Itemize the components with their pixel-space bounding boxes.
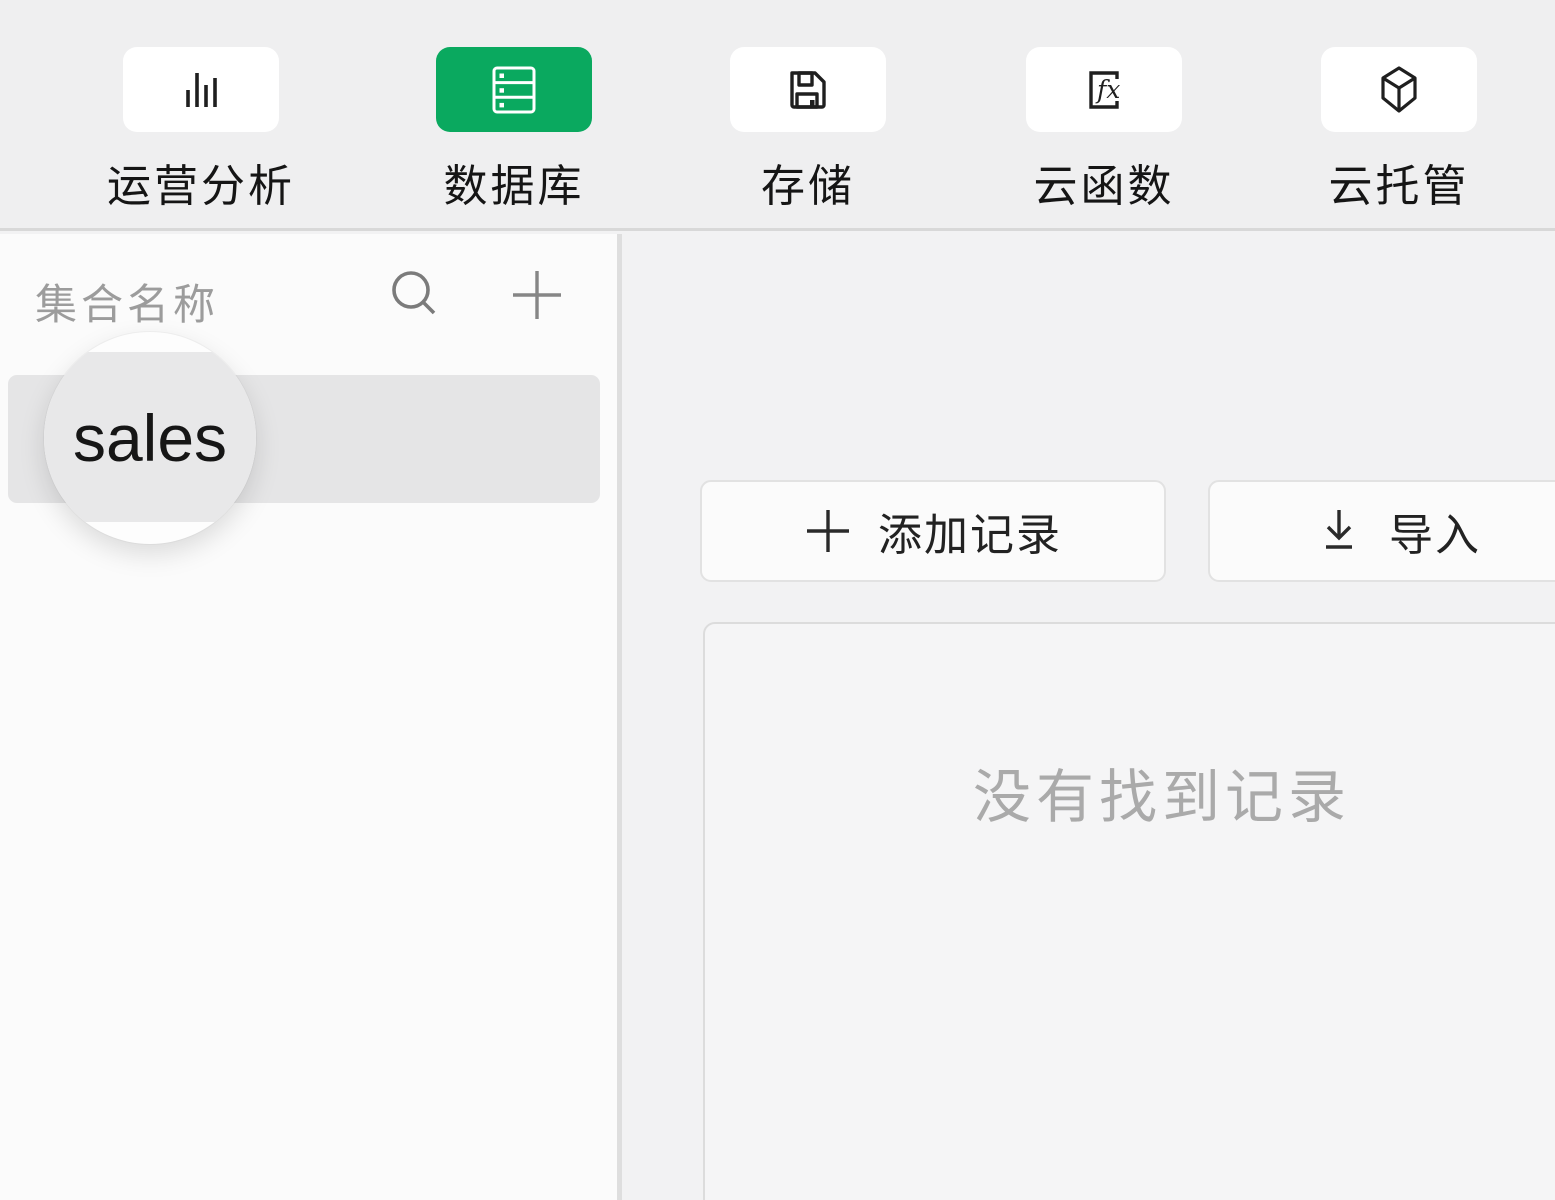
svg-text:fx: fx — [1095, 75, 1120, 104]
collections-header-title: 集合名称 — [35, 271, 219, 332]
plus-icon — [804, 507, 852, 555]
bar-chart-icon — [123, 47, 279, 132]
cube-icon — [1321, 47, 1477, 132]
tab-cloud-hosting-label: 云托管 — [1329, 150, 1470, 214]
cloud-console-window: 运营分析 数据库 — [0, 0, 1555, 1200]
search-icon[interactable] — [386, 266, 442, 322]
database-icon — [436, 47, 592, 132]
add-record-button[interactable]: 添加记录 — [700, 480, 1166, 582]
toolbar: 运营分析 数据库 — [0, 0, 1555, 231]
save-icon — [730, 47, 886, 132]
tab-analytics[interactable]: 运营分析 — [107, 47, 295, 214]
tab-database[interactable]: 数据库 — [436, 47, 592, 214]
fx-icon: fx — [1026, 47, 1182, 132]
tab-storage-label: 存储 — [761, 150, 855, 214]
tab-cloud-hosting[interactable]: 云托管 — [1321, 47, 1477, 214]
tab-database-label: 数据库 — [444, 150, 585, 214]
tab-analytics-label: 运营分析 — [107, 150, 295, 214]
import-button[interactable]: 导入 — [1208, 480, 1555, 582]
empty-state-message: 没有找到记录 — [705, 750, 1555, 834]
tab-cloud-functions-label: 云函数 — [1034, 150, 1175, 214]
add-record-label: 添加记录 — [878, 499, 1062, 563]
records-empty-panel: 没有找到记录 — [703, 622, 1555, 1200]
import-label: 导入 — [1389, 499, 1481, 563]
magnifier-loupe: sales — [44, 332, 256, 544]
import-icon — [1315, 506, 1363, 556]
collection-name-magnified: sales — [44, 332, 256, 544]
tab-storage[interactable]: 存储 — [730, 47, 886, 214]
add-collection-icon[interactable] — [510, 268, 564, 322]
sidebar-divider — [617, 234, 622, 1200]
tab-cloud-functions[interactable]: fx 云函数 — [1026, 47, 1182, 214]
